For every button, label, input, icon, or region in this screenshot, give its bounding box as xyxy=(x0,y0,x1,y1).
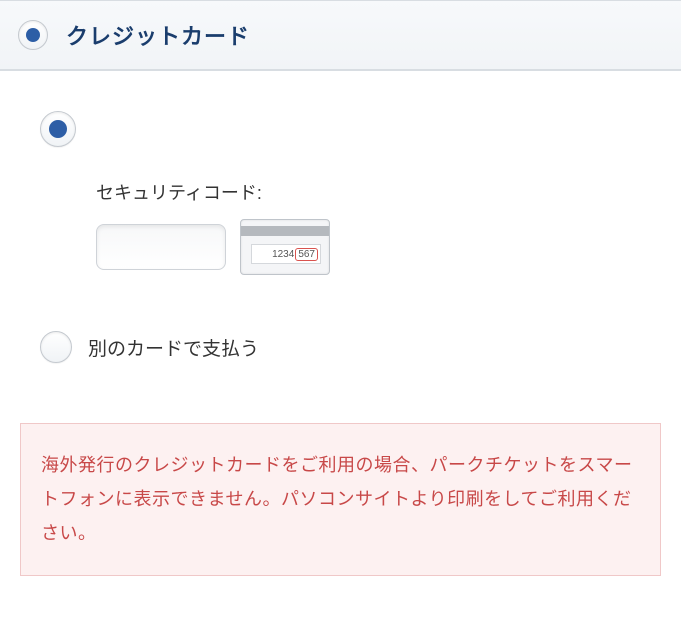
radio-credit-card[interactable] xyxy=(18,20,48,50)
cvv-magstripe-icon xyxy=(241,226,329,236)
payment-method-header[interactable]: クレジットカード xyxy=(0,0,681,71)
credit-card-content: セキュリティコード: 1234 567 別のカードで支払う xyxy=(0,71,681,373)
cvv-highlight-digits: 567 xyxy=(295,248,318,261)
cvv-card-icon: 1234 567 xyxy=(240,219,330,275)
cvv-signature-strip-icon: 1234 567 xyxy=(251,244,321,264)
radio-selected-dot-icon xyxy=(49,120,67,138)
notice-text: 海外発行のクレジットカードをご利用の場合、パークチケットをスマートフォンに表示で… xyxy=(41,448,640,551)
foreign-card-notice: 海外発行のクレジットカードをご利用の場合、パークチケットをスマートフォンに表示で… xyxy=(20,423,661,576)
other-card-option[interactable]: 別のカードで支払う xyxy=(40,331,641,363)
security-code-section: セキュリティコード: 1234 567 xyxy=(96,179,641,275)
security-code-label: セキュリティコード: xyxy=(96,179,641,205)
header-title: クレジットカード xyxy=(66,19,250,51)
radio-other-card[interactable] xyxy=(40,331,72,363)
security-input-row: 1234 567 xyxy=(96,219,641,275)
other-card-label: 別のカードで支払う xyxy=(88,334,259,361)
radio-saved-card[interactable] xyxy=(40,111,76,147)
radio-selected-dot-icon xyxy=(26,28,40,42)
saved-card-option[interactable] xyxy=(40,111,641,147)
security-code-input[interactable] xyxy=(96,224,226,270)
cvv-example-digits: 1234 xyxy=(272,249,294,260)
